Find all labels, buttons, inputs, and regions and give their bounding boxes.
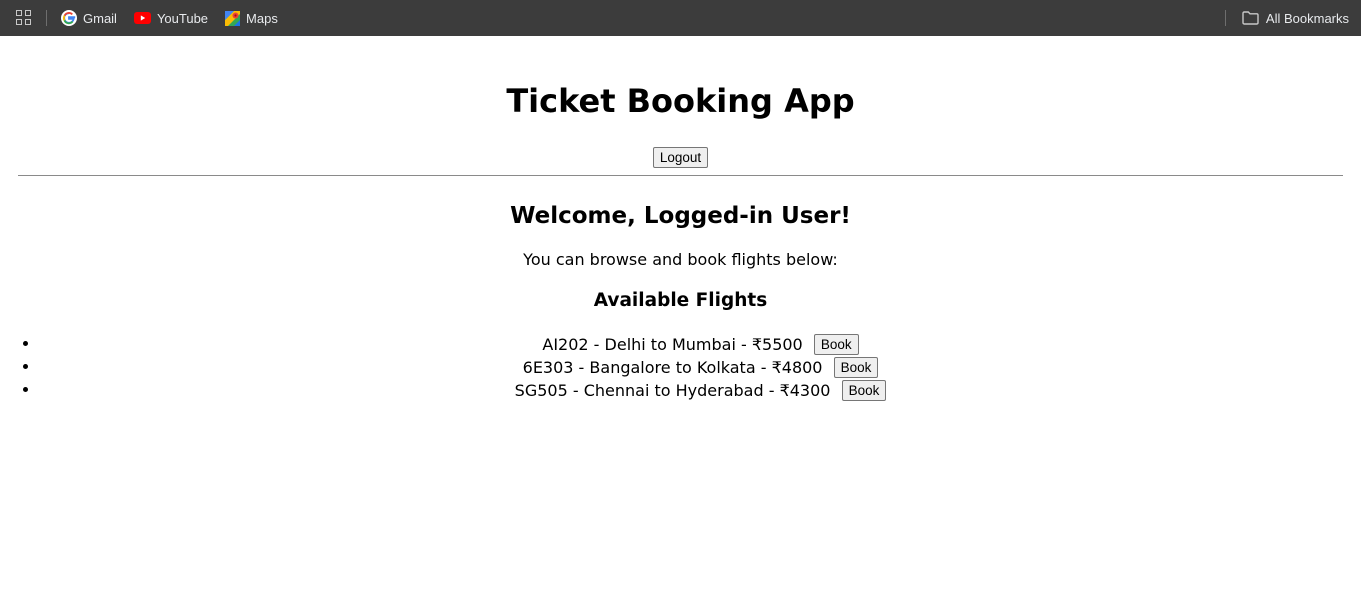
bookmark-gmail[interactable]: Gmail [61,10,117,26]
bookmark-gmail-label: Gmail [83,10,117,26]
all-bookmarks-label: All Bookmarks [1265,10,1349,26]
flight-list: AI202 - Delhi to Mumbai - ₹5500 Book 6E3… [0,332,1361,401]
flight-item: AI202 - Delhi to Mumbai - ₹5500 Book [40,332,1361,355]
book-flight-button[interactable]: Book [833,357,879,378]
logout-button[interactable]: Logout [652,147,709,168]
flight-item: SG505 - Chennai to Hyderabad - ₹4300 Boo… [40,378,1361,401]
bookmark-youtube[interactable]: YouTube [133,10,209,26]
bookmark-maps[interactable]: Maps [225,10,278,26]
flight-item: 6E303 - Bangalore to Kolkata - ₹4800 Boo… [40,355,1361,378]
google-icon [61,10,77,26]
book-flight-button[interactable]: Book [841,380,887,401]
intro-text: You can browse and book flights below: [523,250,838,269]
apps-grid-icon[interactable] [16,10,32,26]
bookmarks-bar: Gmail YouTube Maps All Bookmarks [0,0,1361,36]
book-flight-button[interactable]: Book [813,334,859,355]
maps-icon [225,10,241,26]
flight-description: SG505 - Chennai to Hyderabad - ₹4300 [514,381,831,400]
youtube-icon [133,12,151,24]
all-bookmarks-button[interactable]: All Bookmarks [1242,11,1349,26]
flight-description: AI202 - Delhi to Mumbai - ₹5500 [542,335,803,354]
bookmarks-separator [46,10,47,26]
folder-icon [1242,11,1259,25]
page-title: Ticket Booking App [506,82,855,120]
available-flights-heading: Available Flights [593,290,768,311]
welcome-heading: Welcome, Logged-in User! [510,203,851,229]
app-header: Ticket Booking App Logout [0,82,1361,168]
header-divider [18,175,1343,176]
bookmarks-right-separator [1224,10,1226,26]
bookmark-youtube-label: YouTube [156,10,209,26]
bookmark-maps-label: Maps [246,10,278,26]
flight-description: 6E303 - Bangalore to Kolkata - ₹4800 [522,358,823,377]
